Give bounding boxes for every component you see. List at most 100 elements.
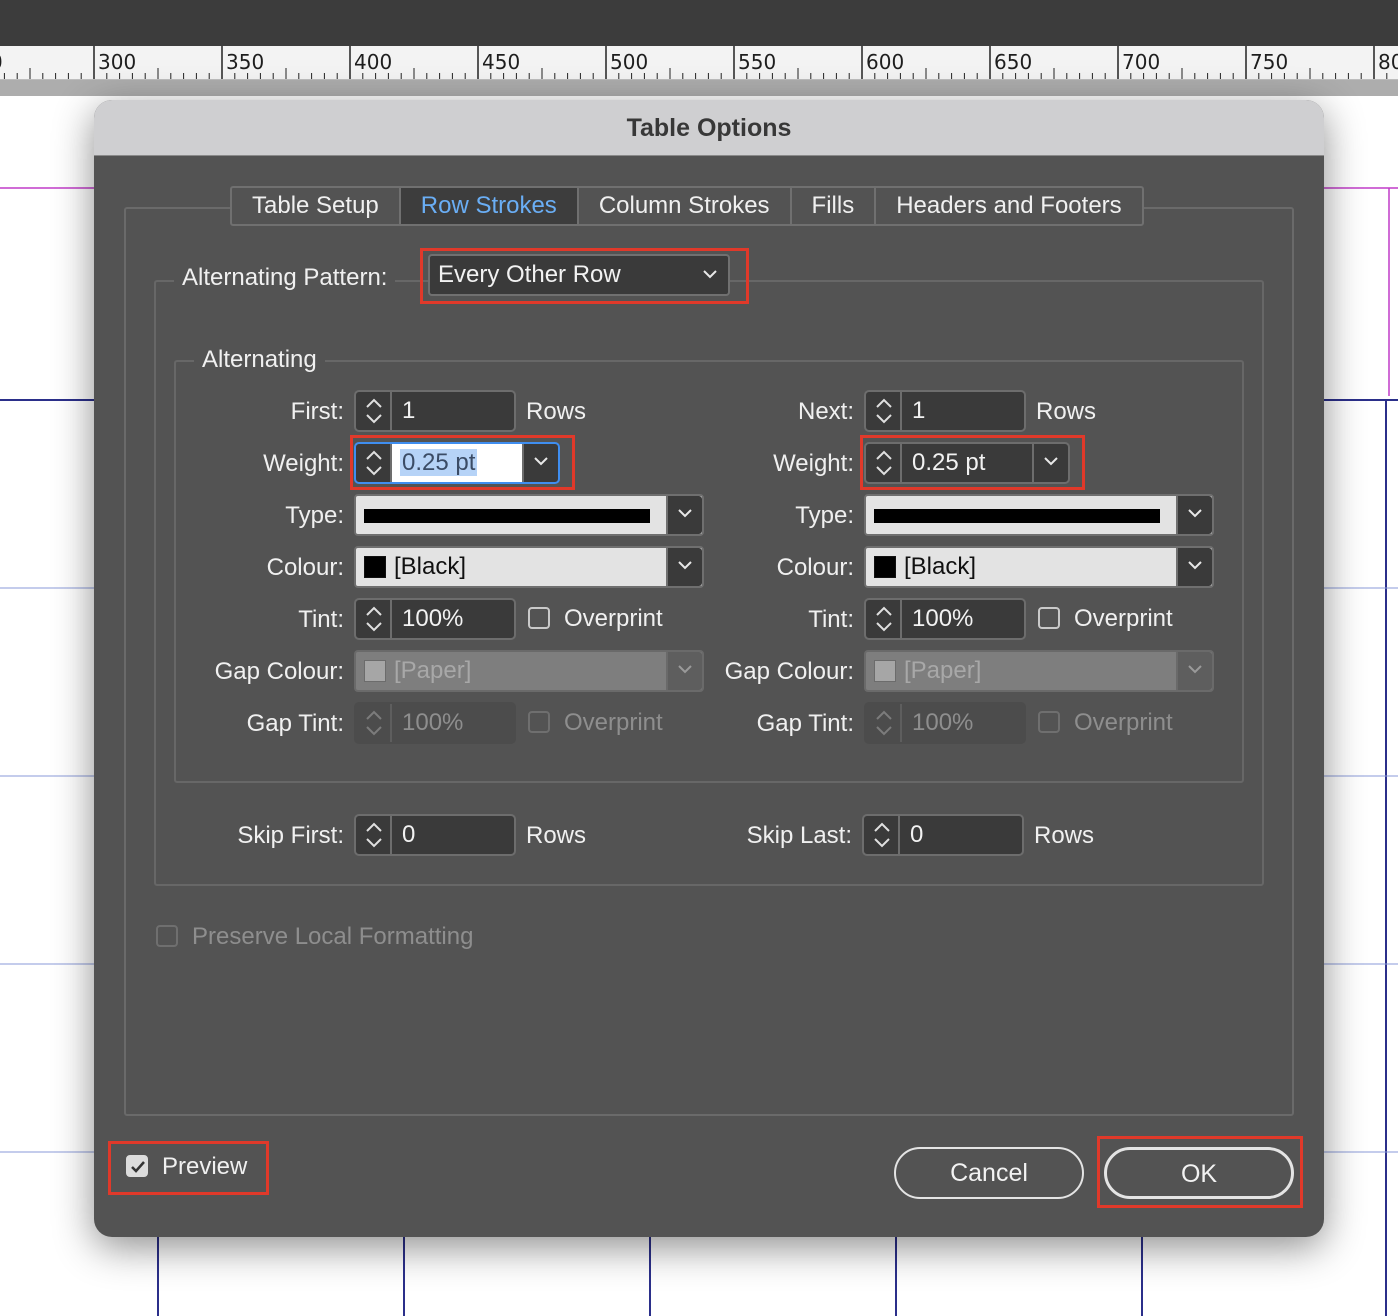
- horizontal-ruler[interactable]: 0 300 350 400 450 500 550 600 650 700 75…: [0, 46, 1398, 80]
- first-gap-tint-stepper[interactable]: 100%: [354, 702, 516, 744]
- stepper-arrows-icon[interactable]: [866, 704, 902, 742]
- next-gap-tint-stepper[interactable]: 100%: [864, 702, 1026, 744]
- first-gap-overprint-checkbox[interactable]: [528, 711, 550, 733]
- next-rows-stepper[interactable]: 1: [864, 390, 1026, 432]
- tab-headers-and-footers[interactable]: Headers and Footers: [876, 188, 1141, 224]
- ruler-label: 600: [866, 50, 905, 74]
- stepper-arrows-icon[interactable]: [356, 704, 392, 742]
- ruler-label: 0: [0, 50, 3, 74]
- first-rows-unit: Rows: [526, 398, 587, 425]
- next-gap-colour-label: Gap Colour:: [724, 658, 854, 685]
- colour-swatch-icon: [364, 556, 386, 578]
- first-colour-value: [Black]: [394, 553, 467, 580]
- skip-first-unit: Rows: [526, 822, 587, 849]
- next-type-label: Type:: [795, 502, 854, 529]
- ruler-label: 350: [226, 50, 265, 74]
- ruler-label: 80: [1378, 50, 1398, 74]
- next-gap-colour-value: [Paper]: [904, 657, 982, 684]
- colour-swatch-icon: [874, 556, 896, 578]
- skip-first-stepper[interactable]: 0: [354, 814, 516, 856]
- ruler-label: 400: [354, 50, 393, 74]
- next-gap-overprint-label: Overprint: [1074, 709, 1173, 736]
- cancel-button[interactable]: Cancel: [894, 1147, 1084, 1199]
- next-gap-tint-value: 100%: [912, 709, 974, 736]
- chevron-down-icon[interactable]: [1176, 548, 1212, 586]
- highlight-box: [420, 248, 749, 304]
- first-gap-colour-value: [Paper]: [394, 657, 472, 684]
- next-gap-colour-select[interactable]: [Paper]: [864, 650, 1214, 692]
- next-gap-overprint-checkbox[interactable]: [1038, 711, 1060, 733]
- chevron-down-icon[interactable]: [1176, 652, 1212, 690]
- next-colour-label: Colour:: [776, 554, 854, 581]
- first-overprint-checkbox[interactable]: [528, 607, 550, 629]
- solid-line-icon: [364, 509, 650, 523]
- first-gap-colour-label: Gap Colour:: [214, 658, 344, 685]
- colour-swatch-icon: [874, 660, 896, 682]
- stepper-arrows-icon[interactable]: [864, 816, 900, 854]
- next-overprint-checkbox[interactable]: [1038, 607, 1060, 629]
- next-rows-unit: Rows: [1036, 398, 1097, 425]
- first-tint-stepper[interactable]: 100%: [354, 598, 516, 640]
- stepper-arrows-icon[interactable]: [866, 600, 902, 638]
- ruler-label: 650: [994, 50, 1033, 74]
- skip-first-label: Skip First:: [237, 822, 344, 849]
- skip-last-label: Skip Last:: [746, 822, 852, 849]
- next-colour-value: [Black]: [904, 553, 977, 580]
- skip-last-unit: Rows: [1034, 822, 1095, 849]
- highlight-box: [1097, 1136, 1303, 1208]
- next-tint-stepper[interactable]: 100%: [864, 598, 1026, 640]
- app-top-bar: [0, 0, 1398, 46]
- alternating-pattern-label: Alternating Pattern:: [174, 264, 396, 292]
- tab-row-strokes[interactable]: Row Strokes: [400, 188, 579, 224]
- highlight-box: [350, 435, 575, 490]
- dialog-title-bar[interactable]: Table Options: [94, 100, 1324, 156]
- highlight-box: [860, 435, 1085, 490]
- ruler-ticks: [3, 46, 1388, 79]
- dialog-title: Table Options: [626, 114, 792, 142]
- first-weight-label: Weight:: [263, 450, 344, 477]
- stepper-arrows-icon[interactable]: [356, 600, 392, 638]
- next-rows-value: 1: [912, 397, 926, 424]
- first-tint-value: 100%: [402, 605, 464, 632]
- chevron-down-icon[interactable]: [666, 496, 702, 534]
- first-rows-value: 1: [402, 397, 416, 424]
- first-colour-select[interactable]: [Black]: [354, 546, 704, 588]
- skip-last-stepper[interactable]: 0: [862, 814, 1024, 856]
- stepper-arrows-icon[interactable]: [866, 392, 902, 430]
- tab-table-setup[interactable]: Table Setup: [232, 188, 401, 224]
- skip-first-value: 0: [402, 821, 416, 848]
- stepper-arrows-icon[interactable]: [356, 392, 392, 430]
- next-tint-value: 100%: [912, 605, 974, 632]
- ruler-label: 500: [610, 50, 649, 74]
- next-tint-label: Tint:: [808, 606, 854, 633]
- preserve-local-formatting-label: Preserve Local Formatting: [192, 923, 474, 950]
- stepper-arrows-icon[interactable]: [356, 816, 392, 854]
- next-type-select[interactable]: [864, 494, 1214, 536]
- alternating-group-title: Alternating: [194, 346, 325, 374]
- first-type-select[interactable]: [354, 494, 704, 536]
- ruler-label: 450: [482, 50, 521, 74]
- next-gap-tint-label: Gap Tint:: [756, 710, 854, 737]
- first-gap-tint-label: Gap Tint:: [246, 710, 344, 737]
- first-gap-colour-select[interactable]: [Paper]: [354, 650, 704, 692]
- first-gap-overprint-label: Overprint: [564, 709, 663, 736]
- first-rows-stepper[interactable]: 1: [354, 390, 516, 432]
- next-overprint-label: Overprint: [1074, 605, 1173, 632]
- pasteboard-strip: [0, 80, 1398, 96]
- skip-last-value: 0: [910, 821, 924, 848]
- colour-swatch-icon: [364, 660, 386, 682]
- chevron-down-icon[interactable]: [666, 548, 702, 586]
- chevron-down-icon[interactable]: [1176, 496, 1212, 534]
- first-gap-tint-value: 100%: [402, 709, 464, 736]
- next-colour-select[interactable]: [Black]: [864, 546, 1214, 588]
- first-tint-label: Tint:: [298, 606, 344, 633]
- tab-column-strokes[interactable]: Column Strokes: [579, 188, 792, 224]
- preserve-local-formatting-checkbox[interactable]: [156, 925, 178, 947]
- first-type-label: Type:: [285, 502, 344, 529]
- ruler-label: 550: [738, 50, 777, 74]
- ruler-label: 750: [1250, 50, 1289, 74]
- tab-fills[interactable]: Fills: [792, 188, 877, 224]
- first-overprint-label: Overprint: [564, 605, 663, 632]
- next-label: Next:: [797, 398, 854, 425]
- ruler-label: 300: [98, 50, 137, 74]
